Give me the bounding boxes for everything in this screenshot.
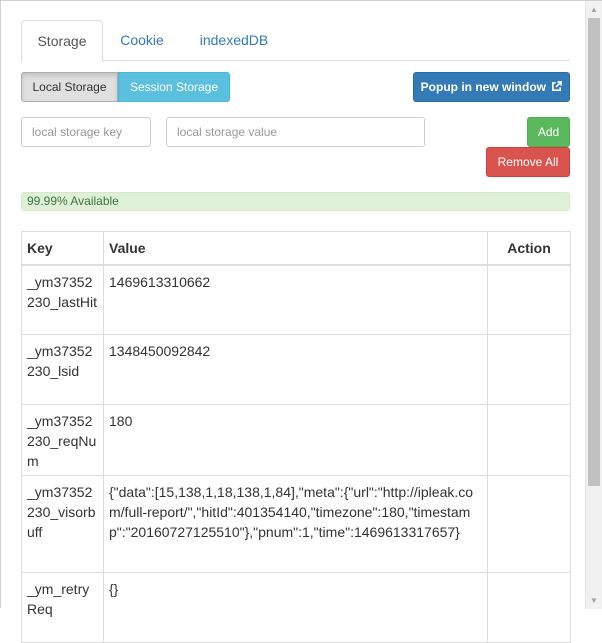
tab-indexeddb[interactable]: indexedDB — [189, 20, 279, 61]
storage-key-input[interactable] — [21, 117, 151, 147]
row-key: _ym37352230_visorbuff — [21, 475, 104, 573]
key-column-header: Key — [21, 231, 104, 266]
table-row: _ym37352230_visorbuff {"data":[15,138,1,… — [21, 475, 571, 573]
table-row: _ym37352230_lastHit 1469613310662 — [21, 264, 571, 335]
row-key: _ym37352230_reqNum — [21, 404, 104, 476]
scrollbar-thumb[interactable] — [588, 18, 600, 486]
external-link-icon — [552, 81, 563, 91]
row-value: 1348450092842 — [103, 334, 488, 405]
popup-button-label: Popup in new window — [420, 80, 546, 94]
availability-label: 99.99% Available — [27, 194, 119, 208]
vertical-scrollbar[interactable]: ▲ ▼ — [585, 1, 602, 609]
table-row: _ym37352230_reqNum 180 — [21, 404, 571, 476]
availability-bar: 99.99% Available — [21, 192, 570, 211]
table-header-row: Key Value Action — [21, 231, 571, 266]
action-column-header: Action — [487, 231, 571, 266]
row-action[interactable] — [487, 404, 571, 476]
tab-storage[interactable]: Storage — [21, 20, 103, 62]
storage-table: Key Value Action _ym37352230_lastHit 146… — [21, 231, 571, 643]
row-action[interactable] — [487, 264, 571, 335]
row-action[interactable] — [487, 334, 571, 405]
scroll-down-arrow-icon[interactable]: ▼ — [586, 592, 602, 609]
scroll-up-arrow-icon[interactable]: ▲ — [586, 1, 602, 18]
add-button[interactable]: Add — [527, 117, 570, 147]
tab-bar: Storage Cookie indexedDB — [21, 20, 570, 62]
local-storage-button[interactable]: Local Storage — [21, 72, 118, 102]
value-column-header: Value — [103, 231, 488, 266]
popup-new-window-button[interactable]: Popup in new window — [413, 72, 570, 102]
storage-popup: Storage Cookie indexedDB Local Storage S… — [0, 0, 602, 643]
row-value: {"data":[15,138,1,18,138,1,84],"meta":{"… — [103, 475, 488, 573]
session-storage-button[interactable]: Session Storage — [118, 72, 230, 102]
row-key: _ym37352230_lsid — [21, 334, 104, 405]
row-value: 1469613310662 — [103, 264, 488, 335]
table-row: _ym37352230_lsid 1348450092842 — [21, 334, 571, 405]
row-key: _ym37352230_lastHit — [21, 264, 104, 335]
row-action[interactable] — [487, 475, 571, 573]
remove-all-button[interactable]: Remove All — [486, 147, 570, 177]
tab-cookie[interactable]: Cookie — [107, 20, 177, 61]
row-value: 180 — [103, 404, 488, 476]
storage-value-input[interactable] — [166, 117, 425, 147]
